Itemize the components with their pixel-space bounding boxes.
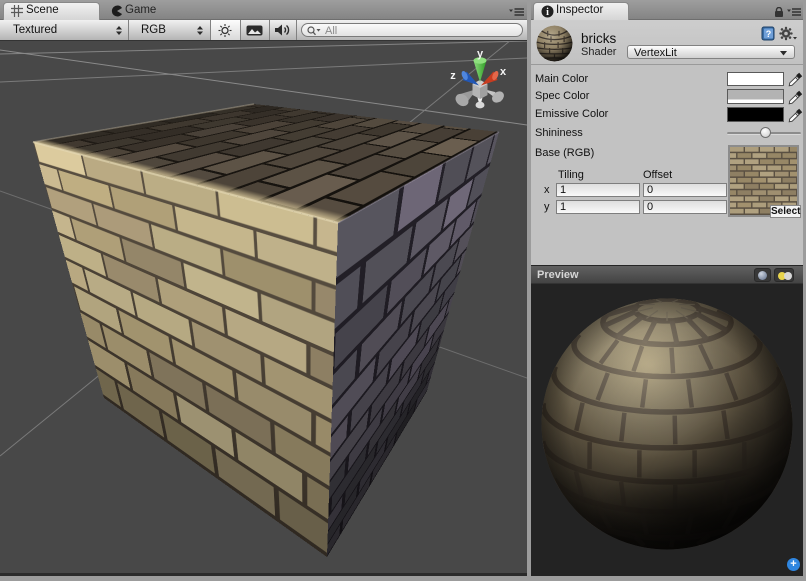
svg-text:y: y	[477, 48, 484, 60]
svg-text:x: x	[500, 66, 507, 78]
svg-text:i: i	[546, 7, 549, 18]
svg-text:?: ?	[766, 29, 772, 39]
svg-text:z: z	[450, 70, 456, 82]
